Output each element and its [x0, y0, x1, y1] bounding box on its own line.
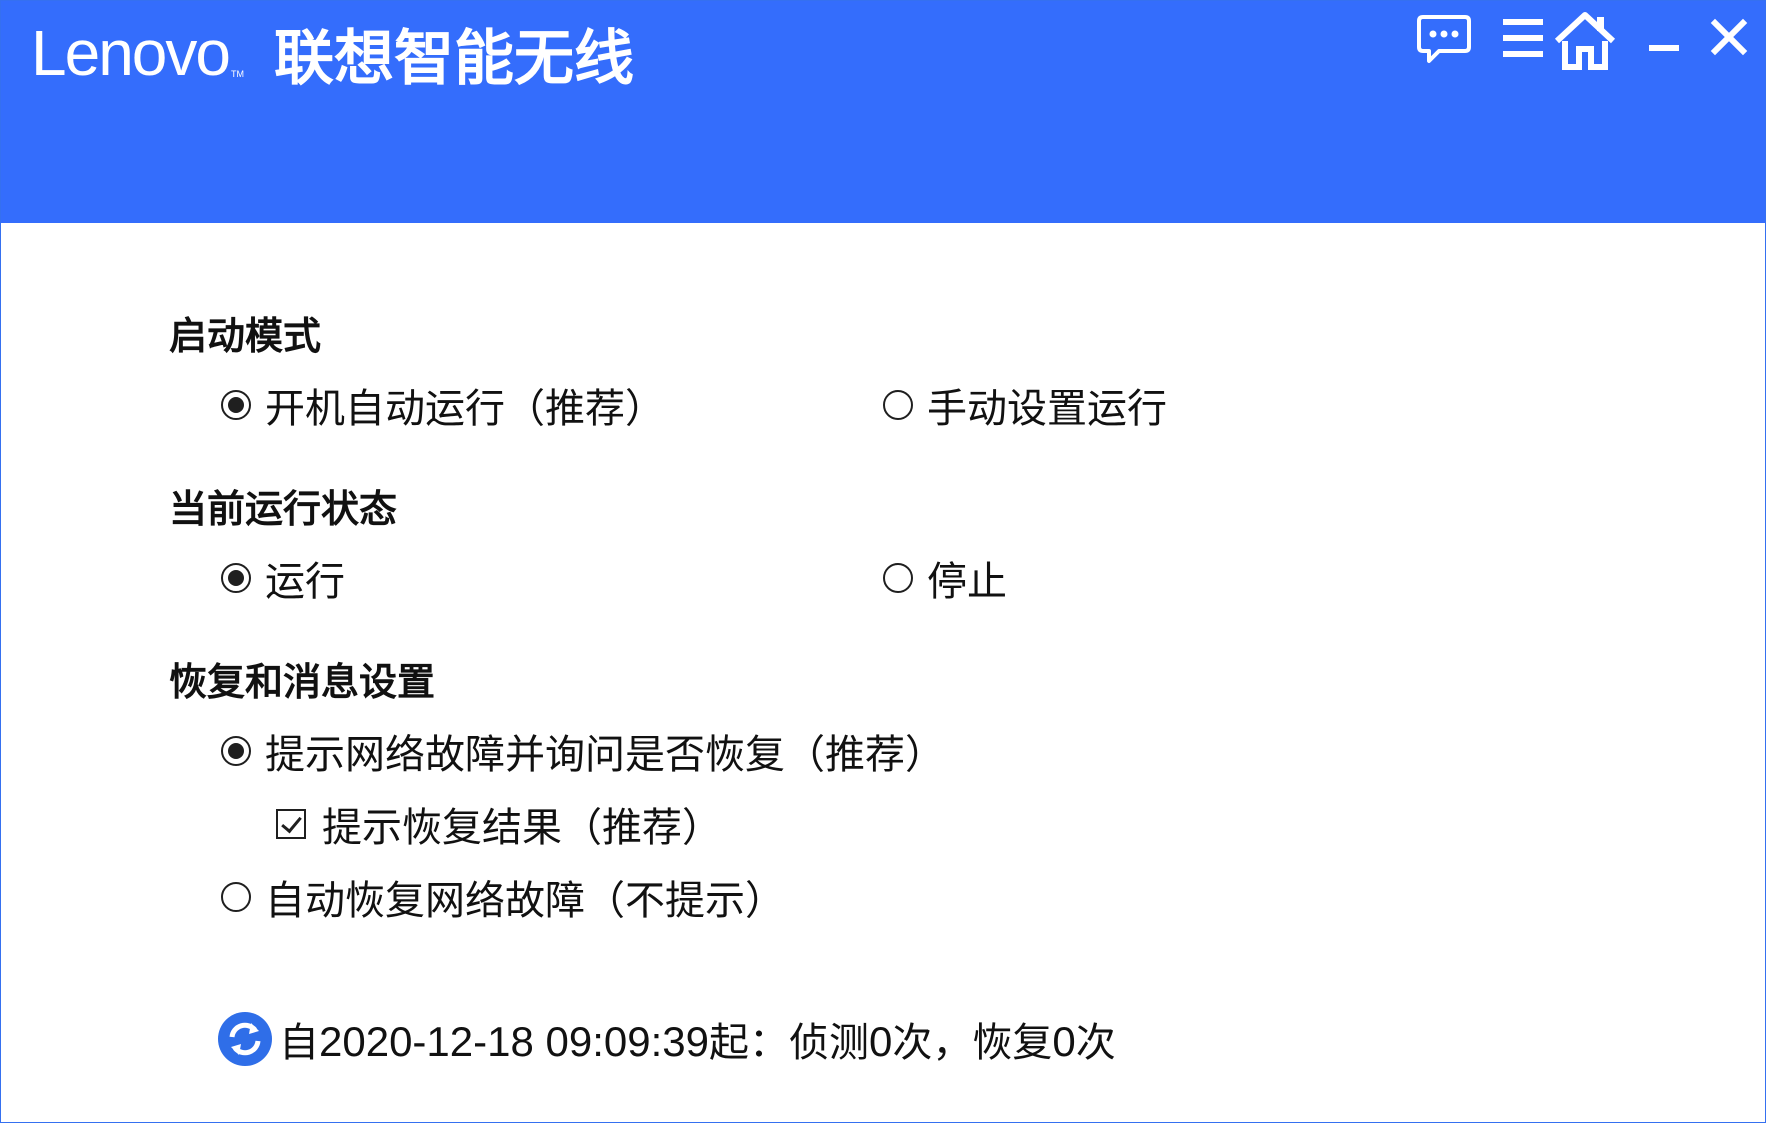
recover-unit: 次: [1075, 1020, 1116, 1066]
settings-panel: 启动模式 开机自动运行（推荐） 手动设置运行 当前运行状态 运行 停止 恢复和消…: [1, 223, 1765, 1122]
radio-startup-auto[interactable]: 开机自动运行（推荐）: [221, 378, 665, 432]
detect-unit: 次，恢复: [892, 1020, 1053, 1066]
radio-status-running[interactable]: 运行: [221, 551, 345, 605]
close-icon[interactable]: [1701, 11, 1759, 71]
brand-trademark: TM: [230, 69, 244, 79]
stats-since: 起：侦测: [709, 1020, 869, 1066]
product-name: 联想智能无线: [273, 23, 634, 94]
radio-recovery-auto[interactable]: 自动恢复网络故障（不提示）: [221, 870, 785, 924]
minimize-icon[interactable]: [1635, 11, 1693, 71]
radio-label: 开机自动运行（推荐）: [265, 386, 665, 432]
radio-button[interactable]: [221, 390, 251, 420]
recovery-settings-title: 恢复和消息设置: [169, 660, 436, 704]
radio-label: 自动恢复网络故障（不提示）: [265, 878, 785, 924]
home-icon[interactable]: [1553, 11, 1616, 71]
run-status-title: 当前运行状态: [169, 487, 398, 531]
radio-startup-manual[interactable]: 手动设置运行: [883, 378, 1167, 432]
radio-button[interactable]: [221, 882, 251, 912]
startup-mode-title: 启动模式: [169, 314, 322, 358]
stats-datetime: 2020-12-18 09:09:39: [319, 1018, 709, 1065]
radio-button[interactable]: [221, 736, 251, 766]
checkbox[interactable]: [276, 809, 306, 839]
checkbox-label: 提示恢复结果（推荐）: [322, 805, 722, 851]
radio-button[interactable]: [883, 563, 913, 593]
logo: Lenovo TM 联想智能无线: [31, 13, 634, 94]
status-summary: 自2020-12-18 09:09:39起：侦测0次，恢复0次: [217, 1008, 1116, 1070]
radio-label: 手动设置运行: [927, 386, 1167, 432]
checkbox-show-result[interactable]: 提示恢复结果（推荐）: [276, 797, 722, 851]
menu-icon[interactable]: [1495, 11, 1553, 71]
radio-label: 提示网络故障并询问是否恢复（推荐）: [265, 732, 945, 778]
recover-count: 0: [1052, 1018, 1076, 1065]
refresh-icon[interactable]: [217, 1011, 273, 1067]
brand-logo-text: Lenovo: [31, 17, 231, 89]
stats-text: 自2020-12-18 09:09:39起：侦测0次，恢复0次: [279, 1010, 1116, 1068]
radio-label: 停止: [927, 559, 1007, 605]
radio-recovery-prompt[interactable]: 提示网络故障并询问是否恢复（推荐）: [221, 724, 945, 778]
radio-label: 运行: [265, 559, 345, 605]
title-bar[interactable]: Lenovo TM 联想智能无线: [1, 1, 1765, 223]
radio-button[interactable]: [221, 563, 251, 593]
detect-count: 0: [869, 1018, 893, 1065]
app-window: Lenovo TM 联想智能无线 启动模式 开机自动运行（推荐） 手动设置运行 …: [0, 0, 1766, 1123]
radio-status-stopped[interactable]: 停止: [883, 551, 1007, 605]
feedback-icon[interactable]: [1415, 11, 1473, 71]
stats-prefix: 自: [279, 1020, 319, 1066]
radio-button[interactable]: [883, 390, 913, 420]
